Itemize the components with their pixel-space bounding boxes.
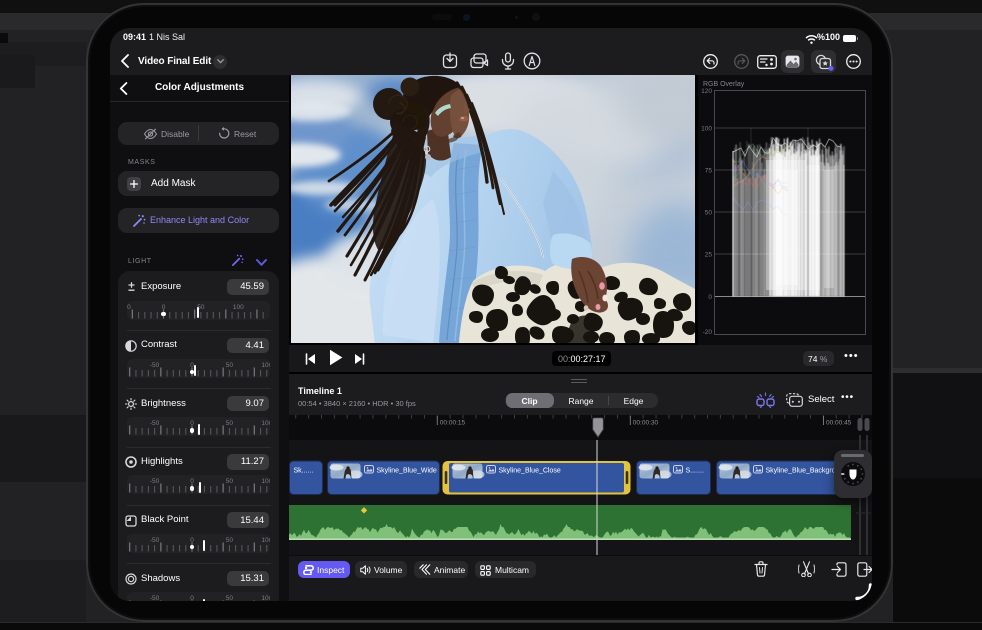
svg-text:00:00:15: 00:00:15 — [440, 420, 466, 427]
svg-text:Skyline_Blue_Backgroun: Skyline_Blue_Backgroun — [766, 468, 844, 475]
svg-text:-20: -20 — [703, 329, 713, 336]
svg-text:0: 0 — [708, 294, 712, 301]
svg-text:RGB Overlay: RGB Overlay — [703, 81, 745, 88]
svg-text:Sk......: Sk...... — [294, 468, 314, 475]
svg-text:50: 50 — [705, 210, 713, 217]
svg-text:100: 100 — [701, 126, 712, 133]
svg-text:00:00:45: 00:00:45 — [826, 420, 852, 427]
svg-text:Skyline_Blue_Close: Skyline_Blue_Close — [499, 468, 561, 475]
svg-text:Skyline_Blue_Wide: Skyline_Blue_Wide — [377, 468, 437, 475]
svg-text:25: 25 — [705, 252, 713, 259]
svg-text:S.......: S....... — [686, 468, 704, 475]
svg-text:120: 120 — [701, 88, 712, 95]
svg-text:75: 75 — [705, 168, 713, 175]
svg-text:00:00:30: 00:00:30 — [633, 420, 659, 427]
